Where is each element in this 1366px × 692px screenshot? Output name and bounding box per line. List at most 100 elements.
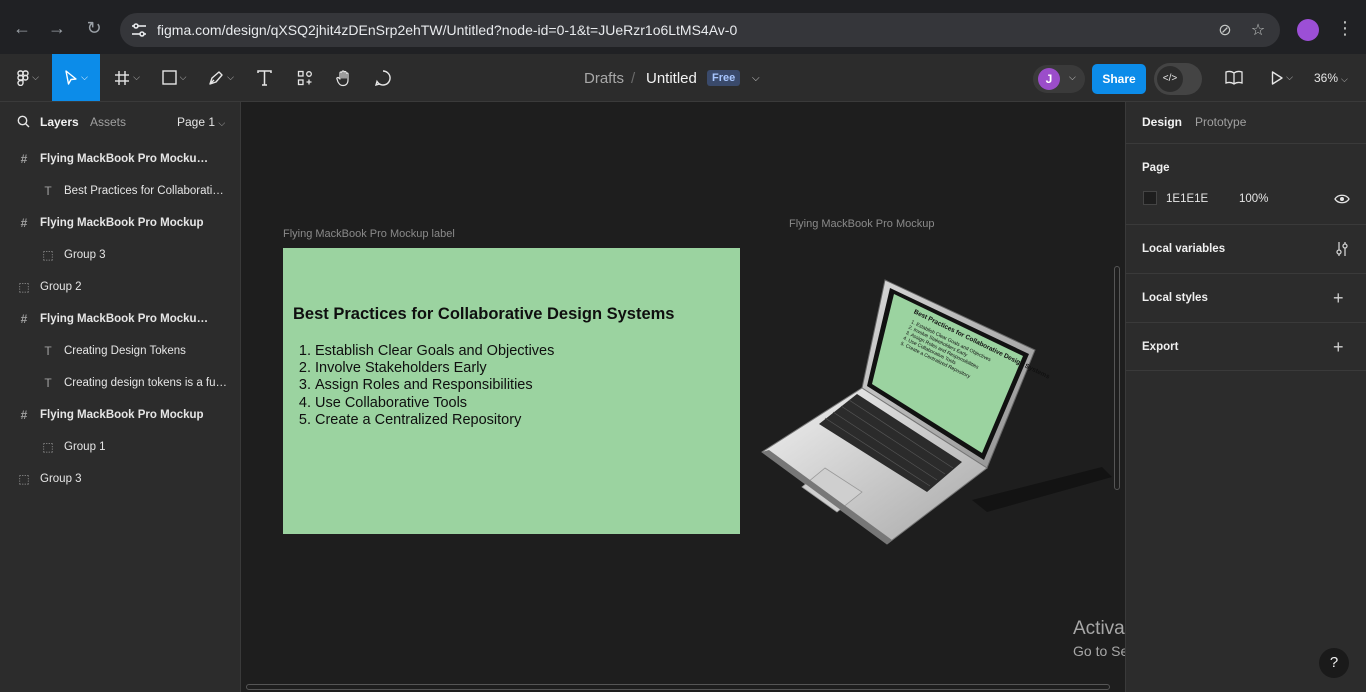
watermark-line2: Go to Settings to activate Windows. (1073, 643, 1125, 659)
move-tool-button[interactable]: ⌵ (52, 54, 100, 101)
layer-item[interactable]: T Creating Design Tokens (0, 335, 240, 367)
page-color-hex[interactable]: 1E1E1E (1166, 193, 1208, 205)
layer-item[interactable]: ⬚ Group 3 (0, 463, 240, 495)
list-item: Use Collaborative Tools (315, 395, 554, 412)
url-text[interactable]: figma.com/design/qXSQ2jhit4zDEnSrp2ehTW/… (157, 22, 737, 38)
browser-menu-icon[interactable]: ⋮ (1336, 17, 1354, 39)
text-icon: T (44, 184, 52, 198)
play-icon (1271, 70, 1283, 85)
layer-item[interactable]: ⬚ Group 3 (0, 239, 240, 271)
layer-name: Group 3 (40, 473, 82, 485)
frame-hash-icon: # (20, 312, 28, 326)
layer-item[interactable]: ⬚ Group 1 (0, 431, 240, 463)
comment-bubble-icon (374, 69, 391, 86)
zoom-menu[interactable]: 36% ⌵ (1314, 71, 1348, 85)
file-title[interactable]: Untitled (646, 70, 697, 87)
dev-mode-toggle[interactable]: </> (1154, 63, 1202, 95)
chevron-down-icon: ⌵ (133, 72, 140, 82)
canvas[interactable]: Flying MackBook Pro Mockup label Flying … (241, 102, 1125, 692)
chevron-down-icon: ⌵ (32, 72, 39, 82)
pen-tool-button[interactable]: ⌵ (202, 54, 240, 101)
chevron-down-icon: ⌵ (179, 72, 187, 82)
layer-name: Creating Design Tokens (64, 345, 186, 357)
chevron-down-icon: ⌵ (227, 72, 234, 82)
pen-icon (209, 70, 223, 85)
resources-tool-button[interactable] (291, 54, 319, 101)
bookmark-star-icon[interactable]: ☆ (1248, 21, 1268, 41)
section-title: Local variables (1142, 243, 1226, 255)
help-button[interactable]: ? (1319, 648, 1349, 678)
no-tracking-icon[interactable]: ⊘ (1215, 21, 1235, 41)
text-icon (256, 69, 272, 86)
browser-profile-avatar[interactable] (1297, 19, 1319, 41)
eye-icon[interactable] (1334, 193, 1350, 205)
local-styles-section[interactable]: Local styles + (1126, 273, 1366, 322)
site-settings-icon[interactable] (130, 21, 148, 39)
layer-item[interactable]: ⬚ Group 2 (0, 271, 240, 303)
tab-prototype[interactable]: Prototype (1195, 115, 1246, 129)
section-title: Local styles (1142, 292, 1208, 304)
layer-item[interactable]: T Creating design tokens is a fundamental… (0, 367, 240, 399)
layer-name: Creating design tokens is a fundamental … (64, 377, 229, 389)
address-bar[interactable]: figma.com/design/qXSQ2jhit4zDEnSrp2ehTW/… (120, 13, 1280, 47)
layer-name: Group 1 (64, 441, 106, 453)
multiplayer-avatars[interactable]: J ⌵ (1033, 65, 1085, 93)
text-tool-button[interactable] (250, 54, 278, 101)
frame-label[interactable]: Flying MackBook Pro Mockup label (283, 228, 455, 240)
tab-assets[interactable]: Assets (90, 115, 126, 129)
present-button[interactable]: ⌵ (1264, 54, 1300, 101)
local-variables-section[interactable]: Local variables (1126, 224, 1366, 273)
page-selector[interactable]: Page 1 ⌵ (177, 115, 225, 129)
section-title: Page (1142, 162, 1170, 174)
share-button[interactable]: Share (1092, 64, 1146, 94)
chevron-down-icon: ⌵ (218, 118, 226, 128)
add-export-plus-icon[interactable]: + (1333, 338, 1344, 356)
layer-item[interactable]: # Flying MackBook Pro Mockup label (0, 143, 240, 175)
vertical-scrollbar[interactable] (1114, 266, 1120, 490)
layer-item[interactable]: T Best Practices for Collaborative Design… (0, 175, 240, 207)
frame-tool-button[interactable]: ⌵ (108, 54, 146, 101)
chevron-down-icon: ⌵ (81, 72, 88, 82)
search-icon[interactable] (17, 115, 30, 128)
layer-item[interactable]: # Flying MackBook Pro Mockup (0, 207, 240, 239)
layer-name: Flying MackBook Pro Mockup (40, 217, 204, 229)
hand-tool-button[interactable] (330, 54, 358, 101)
laptop-mockup-image[interactable]: Best Practices for Collaborative Design … (757, 272, 1122, 547)
reload-icon[interactable]: ↻ (83, 17, 105, 39)
plan-badge[interactable]: Free (707, 70, 741, 86)
export-section[interactable]: Export + (1126, 322, 1366, 371)
horizontal-scrollbar[interactable] (246, 684, 1110, 690)
group-dashed-icon: ⬚ (42, 248, 54, 262)
text-icon: T (44, 376, 52, 390)
shape-tool-button[interactable]: ⌵ (155, 54, 193, 101)
slide-frame[interactable]: Best Practices for Collaborative Design … (283, 248, 740, 534)
forward-icon[interactable]: → (46, 17, 68, 39)
layer-item[interactable]: # Flying MackBook Pro Mockup (0, 399, 240, 431)
avatar[interactable]: J (1038, 68, 1060, 90)
group-dashed-icon: ⬚ (18, 280, 30, 294)
slide-list[interactable]: Establish Clear Goals and Objectives Inv… (315, 343, 554, 429)
add-style-plus-icon[interactable]: + (1333, 289, 1344, 307)
variables-sliders-icon[interactable] (1335, 241, 1349, 257)
chevron-down-icon: ⌵ (1286, 72, 1293, 82)
tab-design[interactable]: Design (1142, 115, 1182, 129)
slide-heading[interactable]: Best Practices for Collaborative Design … (293, 305, 674, 324)
frame-hash-icon: # (20, 152, 28, 166)
page-color-swatch[interactable] (1143, 191, 1157, 205)
breadcrumb-drafts[interactable]: Drafts (584, 70, 624, 87)
activate-windows-watermark: Activate Windows Go to Settings to activ… (1073, 618, 1125, 659)
back-icon[interactable]: ← (11, 17, 33, 39)
library-button[interactable] (1220, 54, 1248, 101)
main-menu-button[interactable]: ⌵ (8, 54, 48, 101)
layer-item[interactable]: # Flying MackBook Pro Mockup label (0, 303, 240, 335)
comment-tool-button[interactable] (369, 54, 397, 101)
layer-name: Group 2 (40, 281, 82, 293)
layers-panel: Layers Assets Page 1 ⌵ # Flying MackBook … (0, 102, 241, 692)
tab-layers[interactable]: Layers (40, 115, 79, 129)
chevron-down-icon[interactable]: ⌵ (752, 73, 760, 84)
list-item: Involve Stakeholders Early (315, 360, 554, 377)
page-opacity[interactable]: 100% (1239, 193, 1268, 205)
browser-toolbar: ← → ↻ figma.com/design/qXSQ2jhit4zDEnSrp… (0, 0, 1366, 54)
frame-label[interactable]: Flying MackBook Pro Mockup (789, 218, 935, 230)
components-icon (297, 70, 312, 85)
